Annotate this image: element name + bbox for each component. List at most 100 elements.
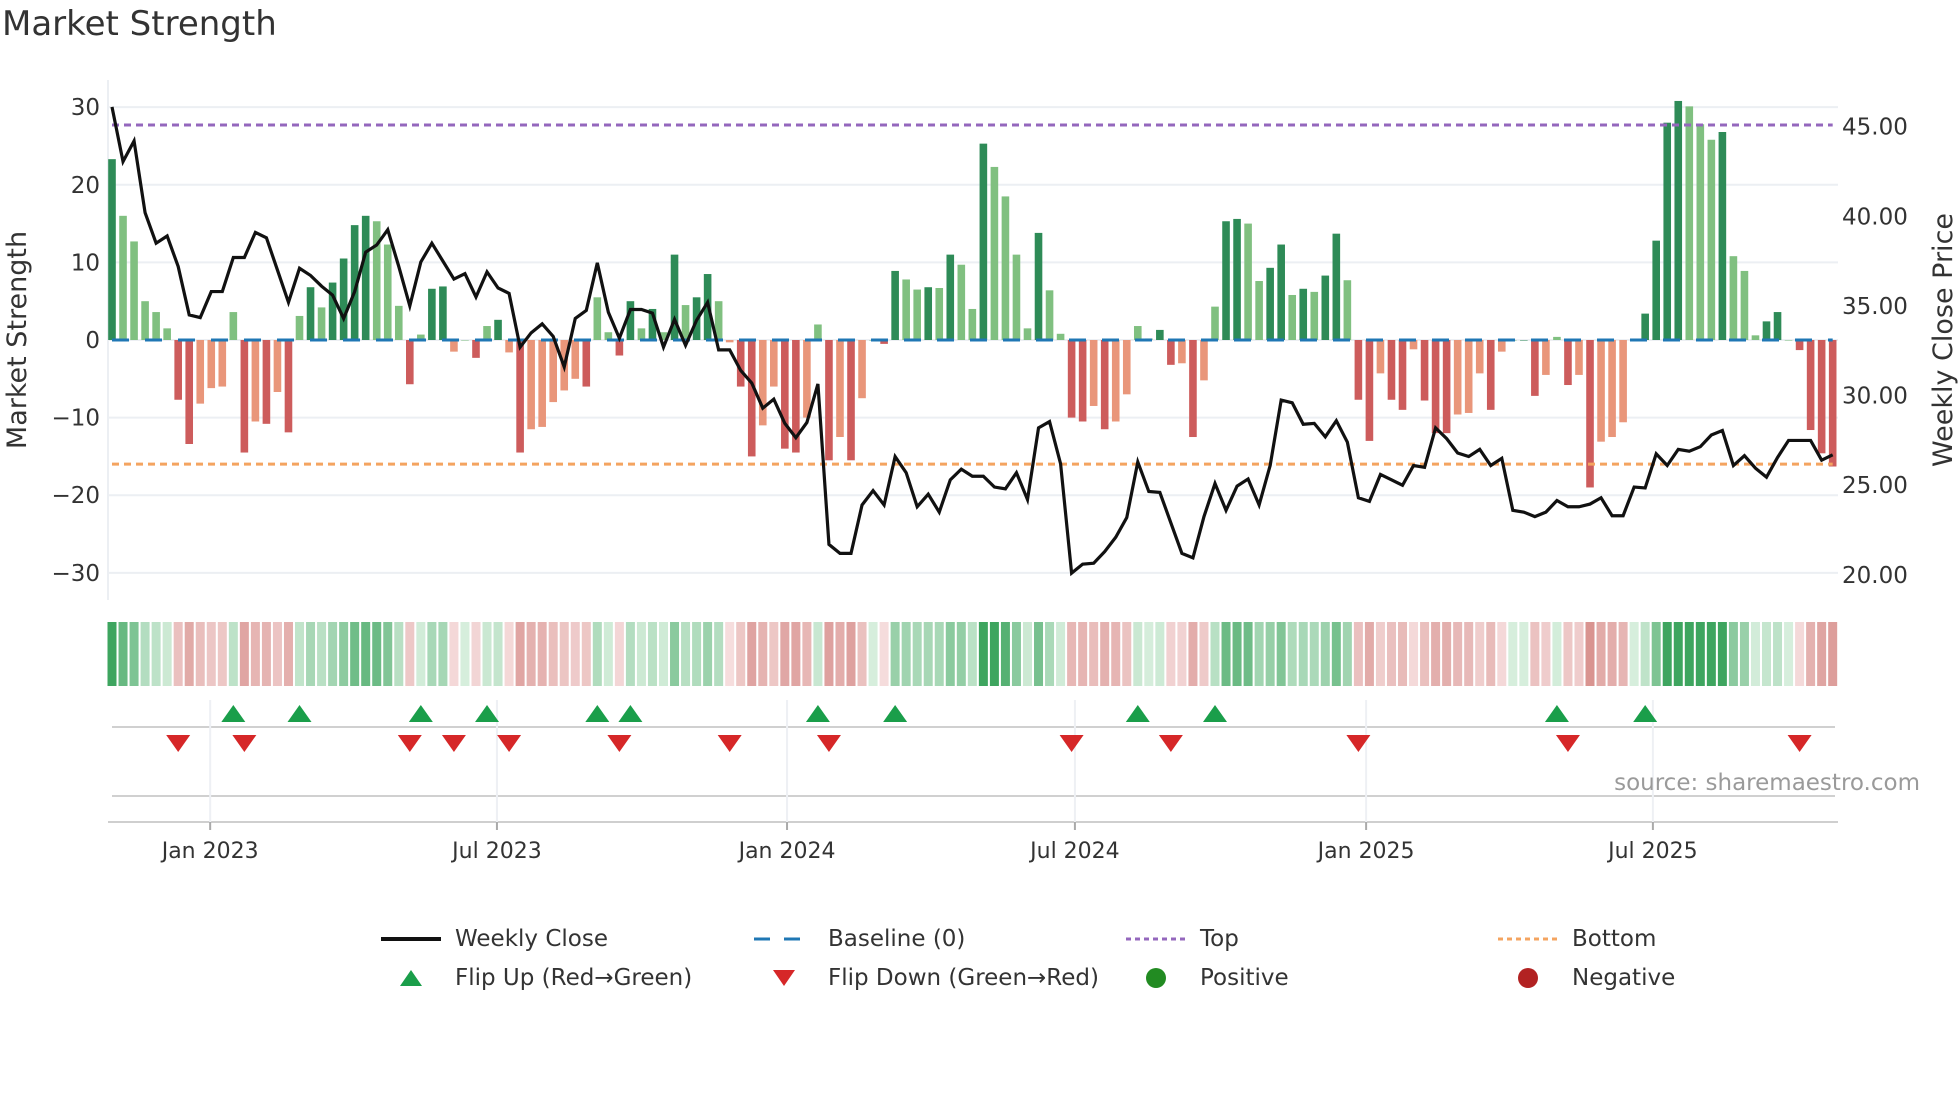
strength-strip-cell <box>835 622 845 686</box>
strength-strip-cell <box>438 622 448 686</box>
strength-bar <box>924 287 933 340</box>
strength-bar <box>990 166 999 340</box>
strength-strip-cell <box>1166 622 1176 686</box>
strength-bar <box>1156 329 1164 340</box>
strength-strip-cell <box>1155 622 1165 686</box>
strength-strip-cell <box>1552 622 1562 686</box>
strength-strip-cell <box>868 622 878 686</box>
strength-strip-cell <box>283 622 293 686</box>
strength-bar <box>1542 340 1550 375</box>
strength-bar <box>273 340 282 392</box>
strength-bar <box>1001 196 1010 340</box>
strength-bar <box>1376 340 1385 374</box>
strength-bar <box>1696 124 1705 341</box>
strength-bar <box>1817 340 1826 454</box>
strength-strip-cell <box>383 622 393 686</box>
strength-strip-cell <box>1662 622 1672 686</box>
strength-bar <box>549 340 557 403</box>
strength-bar <box>295 315 304 340</box>
flip-up-marker <box>221 705 246 722</box>
y-tick-label: −20 <box>51 483 100 509</box>
strength-bar <box>1189 340 1197 438</box>
flip-down-marker <box>1059 735 1084 752</box>
strength-bar <box>1475 340 1484 374</box>
flip-up-marker <box>287 705 312 722</box>
strength-strip-cell <box>1254 622 1264 686</box>
strength-strip-cell <box>647 622 657 686</box>
strength-strip-cell <box>890 622 900 686</box>
strength-bar <box>1122 340 1131 395</box>
strength-bar <box>1652 240 1660 340</box>
legend-weekly-close: Weekly Close <box>381 922 608 956</box>
flip-up-marker <box>475 705 500 722</box>
strength-strip-cell <box>1519 622 1529 686</box>
strength-strip-cell <box>1420 622 1430 686</box>
strength-strip-cell <box>526 622 536 686</box>
strength-bar <box>593 297 602 340</box>
strength-bar <box>1023 328 1032 340</box>
y-tick-label: −10 <box>51 406 100 432</box>
strength-strip-cell <box>1684 622 1694 686</box>
strength-bar <box>1564 340 1572 386</box>
strength-bar <box>1200 340 1208 381</box>
strength-bar <box>317 307 326 340</box>
strength-bar <box>935 288 944 340</box>
strength-strip-cell <box>250 622 260 686</box>
legend-positive: Positive <box>1126 961 1289 995</box>
strength-bar <box>747 340 756 457</box>
strength-strip-cell <box>934 622 944 686</box>
strength-bar <box>163 328 171 340</box>
strength-strip-cell <box>548 622 558 686</box>
strength-strip-cell <box>184 622 194 686</box>
strength-bar <box>1067 340 1076 418</box>
y2-tick-label: 45.00 <box>1842 115 1908 141</box>
strength-strip-cell <box>1287 622 1297 686</box>
strength-strip-cell <box>1100 622 1110 686</box>
strength-bar <box>1343 280 1352 340</box>
strength-strip-cell <box>736 622 746 686</box>
strength-bar <box>1178 340 1186 364</box>
strength-bar <box>1299 288 1308 340</box>
strength-strip-cell <box>1828 622 1838 686</box>
strength-bar <box>262 340 271 424</box>
dotted-line-icon <box>1126 929 1186 949</box>
flip-down-marker <box>441 735 466 752</box>
strength-strip-cell <box>350 622 360 686</box>
strength-strip-cell <box>1607 622 1617 686</box>
strength-bar <box>1277 244 1285 340</box>
flip-up-marker <box>408 705 433 722</box>
strength-strip-cell <box>1056 622 1066 686</box>
strength-strip-cell <box>813 622 823 686</box>
strength-strip-cell <box>1133 622 1143 686</box>
strength-bar <box>1685 106 1694 340</box>
dotted-line-icon <box>1498 929 1558 949</box>
strength-bar <box>957 264 966 340</box>
strength-bar <box>1012 254 1021 340</box>
strength-bar <box>383 244 392 340</box>
strength-bar <box>725 340 734 343</box>
strength-bar <box>902 279 910 340</box>
strength-strip-cell <box>537 622 547 686</box>
flip-down-marker <box>497 735 522 752</box>
strength-bar <box>527 340 535 430</box>
strength-strip-cell <box>625 622 635 686</box>
strength-strip-cell <box>1673 622 1683 686</box>
strength-strip-cell <box>636 622 646 686</box>
strength-strip-cell <box>945 622 955 686</box>
x-tick-label: Jan 2025 <box>1316 839 1415 864</box>
flip-up-marker <box>805 705 830 722</box>
strength-strip-cell <box>1453 622 1463 686</box>
strength-strip-cell <box>912 622 922 686</box>
y-tick-label: 0 <box>85 328 100 354</box>
strength-strip-cell <box>1022 622 1032 686</box>
strength-strip-cell <box>1342 622 1352 686</box>
strength-bar <box>306 287 315 340</box>
strength-bar <box>582 340 591 387</box>
strength-strip-cell <box>328 622 338 686</box>
strength-strip-cell <box>1011 622 1021 686</box>
strength-bar <box>858 340 866 399</box>
strength-bar <box>1089 340 1098 406</box>
strength-bar <box>1034 232 1043 340</box>
strength-bar <box>1608 340 1616 438</box>
strength-strip-cell <box>1188 622 1198 686</box>
